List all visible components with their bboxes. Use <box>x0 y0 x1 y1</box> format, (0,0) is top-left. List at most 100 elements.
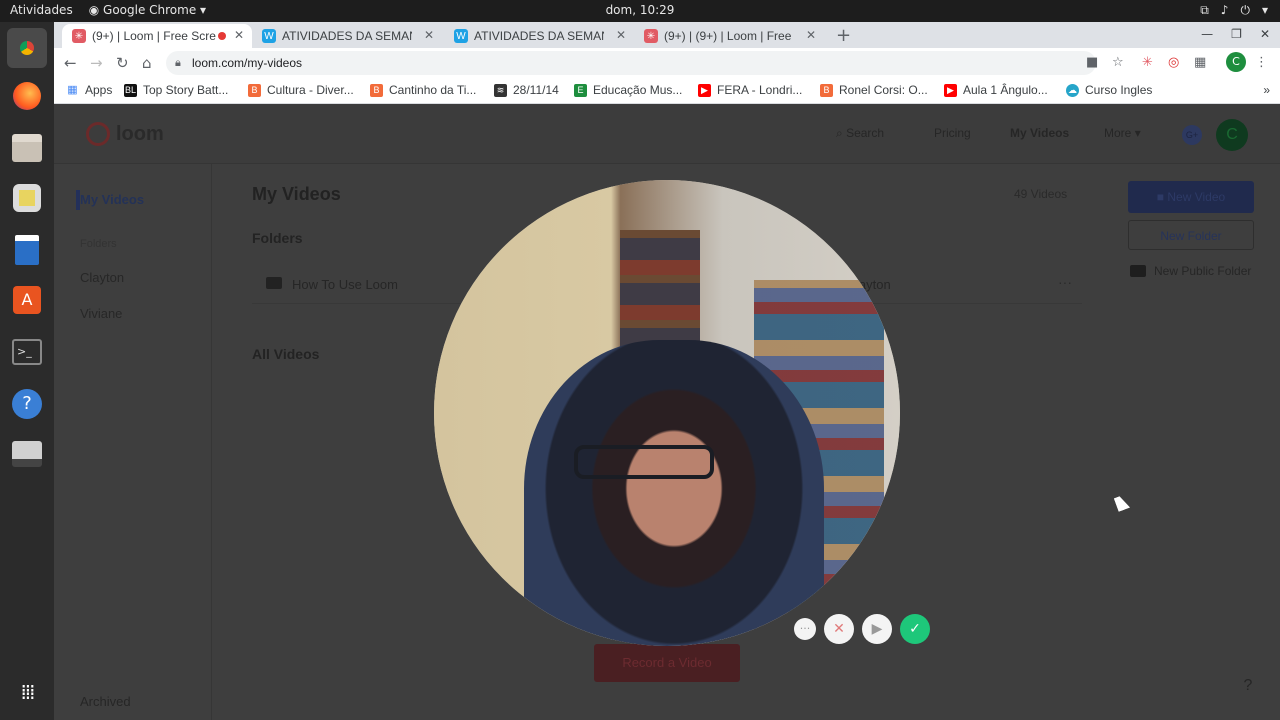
chevron-down-icon[interactable]: ▾ <box>1262 3 1268 18</box>
pricing-nav[interactable]: Pricing <box>934 126 971 140</box>
loom-favicon-icon: ✳ <box>644 29 658 43</box>
cloud-icon: ☁ <box>1066 83 1079 97</box>
loom-extension-icon[interactable]: ✳ <box>1142 55 1153 70</box>
camera-icon[interactable]: ■ <box>1086 55 1098 70</box>
loom-favicon-icon: ✳ <box>72 29 86 43</box>
new-tab-icon[interactable]: + <box>836 25 851 46</box>
firefox-launcher-icon[interactable] <box>7 76 47 116</box>
search-nav[interactable]: ⌕ Search <box>836 126 884 141</box>
finish-recording-icon[interactable]: ✓ <box>900 614 930 644</box>
video-camera-icon: ■ <box>1156 190 1165 204</box>
blogger-icon: B <box>370 83 383 97</box>
lock-icon: 🔒︎ <box>175 57 181 69</box>
ubuntu-dock: A >_ ? ⁞⁞⁞ <box>0 22 54 720</box>
profile-avatar[interactable]: C <box>1226 52 1246 72</box>
bookmarks-overflow-icon[interactable]: » <box>1263 83 1270 97</box>
pause-resume-icon[interactable]: ▶ <box>862 614 892 644</box>
home-icon[interactable]: ⌂ <box>142 54 152 72</box>
gplus-icon[interactable]: G+ <box>1182 125 1202 145</box>
new-video-button[interactable]: ■ New Video <box>1128 181 1254 213</box>
sidebar-folders-heading: Folders <box>80 238 117 250</box>
sidebar-item-clayton[interactable]: Clayton <box>80 270 124 285</box>
new-folder-button[interactable]: New Folder <box>1128 220 1254 250</box>
terminal-launcher-icon[interactable]: >_ <box>7 332 47 372</box>
bookmark-cantinho[interactable]: B Cantinho da Ti... <box>370 83 476 97</box>
apps-grid-icon: ▦ <box>67 83 78 96</box>
tab-atividades-1[interactable]: W ATIVIDADES DA SEMANA ✕ <box>252 24 442 48</box>
software-center-launcher-icon[interactable]: A <box>7 280 47 320</box>
search-icon: ⌕ <box>836 126 843 140</box>
webcam-bubble[interactable] <box>434 180 900 646</box>
back-arrow-icon[interactable]: ← <box>64 54 77 72</box>
e-icon: E <box>574 83 587 97</box>
extension-icon[interactable]: ◎ <box>1168 55 1179 70</box>
close-tab-icon[interactable]: ✕ <box>424 28 434 42</box>
bookmark-curso[interactable]: ☁ Curso Ingles <box>1066 83 1152 97</box>
all-videos-heading: All Videos <box>252 346 320 362</box>
loom-logo[interactable]: loom <box>86 122 164 146</box>
help-icon[interactable]: ? <box>1236 674 1260 698</box>
forward-arrow-icon[interactable]: → <box>90 54 103 72</box>
grid-extension-icon[interactable]: ▦ <box>1194 55 1206 70</box>
close-tab-icon[interactable]: ✕ <box>806 28 816 42</box>
network-icon[interactable]: ⧉ <box>1200 3 1209 18</box>
record-video-button[interactable]: Record a Video <box>594 644 740 682</box>
close-tab-icon[interactable]: ✕ <box>616 28 626 42</box>
bookmark-star-icon[interactable]: ☆ <box>1112 55 1124 70</box>
writer-launcher-icon[interactable] <box>7 230 47 270</box>
cancel-recording-icon[interactable]: ✕ <box>824 614 854 644</box>
browser-chrome: ✳ (9+) | Loom | Free Scre ✕ W ATIVIDADES… <box>54 22 1280 104</box>
system-clock[interactable]: dom, 10:29 <box>0 3 1280 17</box>
more-nav[interactable]: More ▾ <box>1104 126 1141 140</box>
folder-name[interactable]: How To Use Loom <box>292 277 398 292</box>
chrome-launcher-icon[interactable] <box>7 28 47 68</box>
close-window-icon[interactable]: ✕ <box>1260 27 1270 41</box>
reload-icon[interactable]: ↻ <box>116 54 129 72</box>
volume-icon[interactable]: ♪ <box>1221 3 1229 18</box>
public-folder-icon <box>1130 265 1146 277</box>
more-options-icon[interactable]: ··· <box>794 618 816 640</box>
sidebar-item-my-videos[interactable]: My Videos <box>80 192 144 207</box>
loom-sidebar: My Videos Folders Clayton Viviane <box>54 164 212 720</box>
bookmark-cultura[interactable]: B Cultura - Diver... <box>248 83 354 97</box>
recording-controls: ··· ✕ ▶ ✓ <box>794 614 930 644</box>
address-bar[interactable]: 🔒︎ loom.com/my-videos <box>166 51 1096 75</box>
bookmark-top-story[interactable]: BL Top Story Batt... <box>124 83 228 97</box>
bookmark-apps[interactable]: ▦ Apps <box>66 83 112 97</box>
new-public-folder-button[interactable]: New Public Folder <box>1130 264 1251 278</box>
close-tab-icon[interactable]: ✕ <box>234 28 244 42</box>
tab-loom-2[interactable]: ✳ (9+) | (9+) | Loom | Free Sc ✕ <box>634 24 824 48</box>
rhythmbox-launcher-icon[interactable] <box>7 178 47 218</box>
page-title: My Videos <box>252 184 341 204</box>
system-top-bar: Atividades ◉ Google Chrome ▾ dom, 10:29 … <box>0 0 1280 22</box>
tab-loom-active[interactable]: ✳ (9+) | Loom | Free Scre ✕ <box>62 24 252 48</box>
bookmark-aula[interactable]: ▶ Aula 1 Ângulo... <box>944 83 1048 97</box>
kebab-menu-icon[interactable]: ⋮ <box>1255 55 1268 70</box>
bookmarks-bar: ▦ Apps BL Top Story Batt... B Cultura - Div… <box>54 78 1280 104</box>
bl-icon: BL <box>124 83 137 97</box>
files-launcher-icon[interactable] <box>7 128 47 168</box>
restore-icon[interactable]: ❐ <box>1231 27 1242 41</box>
bookmark-ronel[interactable]: B Ronel Corsi: O... <box>820 83 928 97</box>
youtube-icon: ▶ <box>944 83 957 97</box>
webcam-person <box>524 340 824 646</box>
bookmark-educacao[interactable]: E Educação Mus... <box>574 83 682 97</box>
scanner-launcher-icon[interactable] <box>7 434 47 474</box>
w-favicon-icon: W <box>454 29 468 43</box>
help-launcher-icon[interactable]: ? <box>7 384 47 424</box>
webcam-glasses <box>574 445 714 479</box>
sidebar-item-viviane[interactable]: Viviane <box>80 306 122 321</box>
bookmark-fera[interactable]: ▶ FERA - Londri... <box>698 83 802 97</box>
user-avatar[interactable]: C <box>1216 119 1248 151</box>
more-options-icon[interactable]: ··· <box>1058 274 1072 290</box>
sidebar-item-archived[interactable]: Archived <box>80 694 131 709</box>
loom-logo-icon <box>86 122 110 146</box>
power-icon[interactable]: ⏻ <box>1240 3 1250 18</box>
bookmark-date[interactable]: ≋ 28/11/14 <box>494 83 559 97</box>
show-apps-grid-icon[interactable]: ⁞⁞⁞ <box>7 672 47 712</box>
my-videos-nav[interactable]: My Videos <box>1010 126 1069 140</box>
tab-atividades-2[interactable]: W ATIVIDADES DA SEMANA ✕ <box>444 24 634 48</box>
w-favicon-icon: W <box>262 29 276 43</box>
browser-toolbar: ← → ↻ ⌂ 🔒︎ loom.com/my-videos ■ ☆ ✳ ◎ ▦ … <box>54 48 1280 78</box>
minimize-icon[interactable]: — <box>1201 27 1213 41</box>
